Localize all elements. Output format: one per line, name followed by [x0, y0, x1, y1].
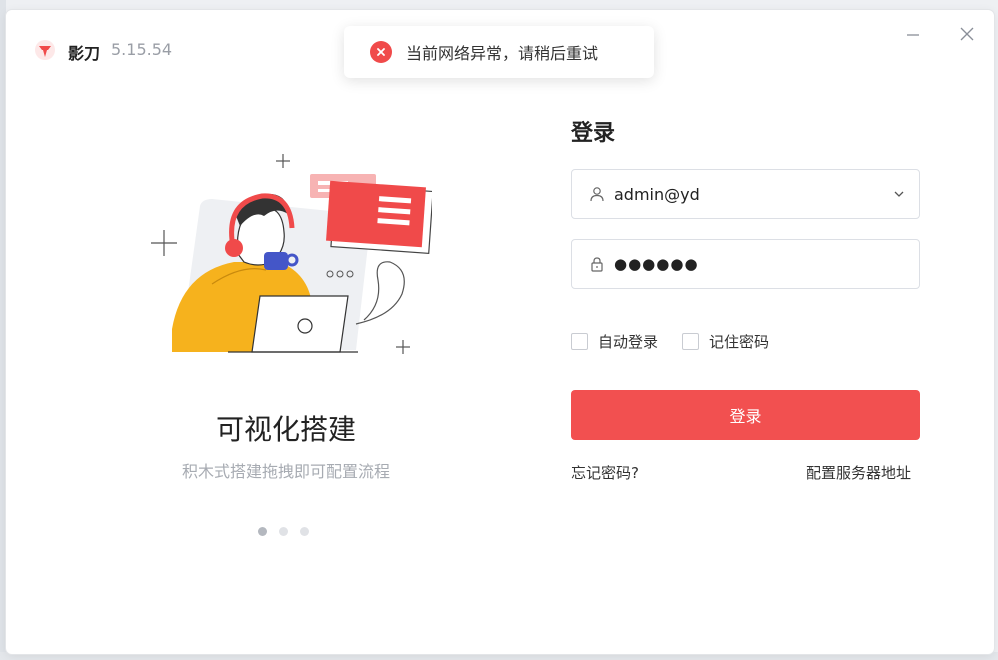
account-value: admin@yd	[614, 184, 700, 204]
auto-login-label: 自动登录	[598, 333, 659, 351]
close-icon	[960, 27, 974, 41]
carousel-dot-2[interactable]	[279, 527, 288, 536]
login-heading: 登录	[571, 121, 616, 146]
forgot-password-link[interactable]: 忘记密码?	[571, 462, 639, 483]
carousel-illustration	[142, 144, 434, 364]
password-field[interactable]: ●●●●●●	[571, 239, 920, 289]
minimize-button[interactable]	[899, 20, 927, 48]
carousel-title: 可视化搭建	[215, 413, 356, 446]
auto-login-box[interactable]	[571, 333, 588, 350]
carousel-dot-3[interactable]	[300, 527, 309, 536]
app-version: 5.15.54	[111, 40, 173, 59]
user-icon	[588, 185, 606, 203]
error-circle-icon	[370, 41, 392, 63]
lock-icon	[588, 255, 606, 273]
close-button[interactable]	[953, 20, 981, 48]
minimize-icon	[907, 34, 919, 36]
configure-server-link[interactable]: 配置服务器地址	[806, 462, 911, 483]
auto-login-checkbox[interactable]: 自动登录	[571, 331, 658, 352]
login-window: 影刀 5.15.54 当前网络异常，请稍后重试 可视化搭建 积木式搭建拖拽即可配…	[6, 10, 994, 654]
remember-password-box[interactable]	[682, 333, 700, 350]
error-toast: 当前网络异常，请稍后重试	[344, 26, 654, 78]
carousel-dot-1[interactable]	[258, 527, 267, 536]
account-select[interactable]: admin@yd	[571, 169, 920, 219]
remember-password-label: 记住密码	[709, 333, 770, 351]
login-options: 自动登录 记住密码	[571, 331, 793, 352]
login-button[interactable]: 登录	[571, 390, 920, 440]
app-name: 影刀	[68, 44, 101, 63]
carousel-subtitle: 积木式搭建拖拽即可配置流程	[181, 462, 390, 481]
app-logo-icon	[34, 39, 56, 61]
chevron-down-icon[interactable]	[889, 184, 909, 204]
remember-password-checkbox[interactable]: 记住密码	[682, 331, 769, 352]
toast-message: 当前网络异常，请稍后重试	[406, 44, 599, 63]
carousel-indicator	[258, 527, 309, 536]
password-value: ●●●●●●	[614, 255, 699, 273]
